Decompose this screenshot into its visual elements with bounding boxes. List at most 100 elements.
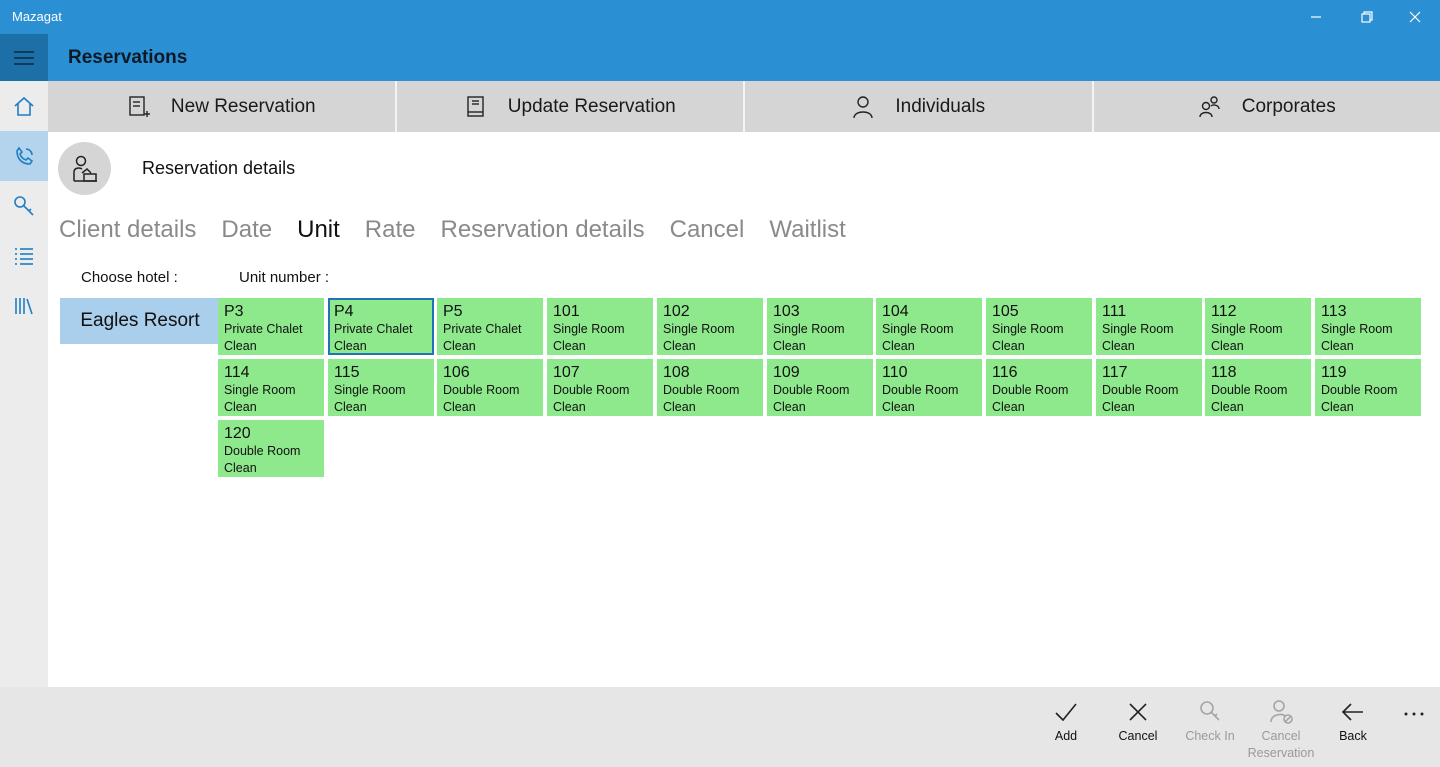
- unit-type: Double Room: [773, 383, 850, 397]
- unit-type: Double Room: [992, 383, 1069, 397]
- unit-card[interactable]: 113 Single Room Clean: [1315, 298, 1421, 355]
- library-icon: [15, 298, 33, 315]
- step-waitlist[interactable]: Waitlist: [769, 216, 845, 244]
- unit-card[interactable]: 105 Single Room Clean: [986, 298, 1092, 355]
- unit-status: Clean: [773, 400, 806, 414]
- unit-card[interactable]: 103 Single Room Clean: [767, 298, 873, 355]
- unit-type: Single Room: [882, 322, 954, 336]
- command-bar: Add Cancel Check In Cancel Reservation B…: [0, 687, 1440, 767]
- add-button[interactable]: Add: [1031, 699, 1101, 745]
- unit-status: Clean: [553, 400, 586, 414]
- unit-card[interactable]: 112 Single Room Clean: [1205, 298, 1311, 355]
- back-label: Back: [1339, 729, 1367, 743]
- corporates-button[interactable]: Corporates: [1094, 81, 1440, 132]
- restore-button[interactable]: [1344, 0, 1390, 34]
- restore-icon: [1361, 11, 1373, 23]
- unit-card[interactable]: 118 Double Room Clean: [1205, 359, 1311, 416]
- step-navigation: Client details Date Unit Rate Reservatio…: [59, 216, 846, 244]
- step-unit[interactable]: Unit: [297, 216, 340, 244]
- add-label: Add: [1054, 729, 1078, 743]
- unit-card[interactable]: 102 Single Room Clean: [657, 298, 763, 355]
- unit-status: Clean: [992, 400, 1025, 414]
- unit-number: 119: [1321, 364, 1347, 381]
- sidebar-item-home[interactable]: [0, 81, 48, 131]
- more-icon: [1404, 712, 1424, 716]
- unit-number-label: Unit number :: [239, 269, 330, 286]
- cancel-reservation-button[interactable]: Cancel Reservation: [1246, 699, 1316, 762]
- unit-card[interactable]: 120 Double Room Clean: [218, 420, 324, 477]
- update-reservation-button[interactable]: Update Reservation: [397, 81, 745, 132]
- header-bar: Reservations: [0, 34, 1440, 81]
- unit-number: 112: [1211, 303, 1237, 320]
- unit-status: Clean: [1211, 400, 1244, 414]
- unit-card[interactable]: 115 Single Room Clean: [328, 359, 434, 416]
- list-icon: [15, 248, 33, 265]
- more-options-button[interactable]: [1400, 700, 1428, 728]
- step-reservation-details[interactable]: Reservation details: [441, 216, 645, 244]
- sidebar-item-keys[interactable]: [0, 181, 48, 231]
- step-cancel[interactable]: Cancel: [670, 216, 745, 244]
- unit-status: Clean: [334, 400, 367, 414]
- corporates-label: Corporates: [1241, 95, 1336, 117]
- unit-card[interactable]: 101 Single Room Clean: [547, 298, 653, 355]
- unit-type: Double Room: [1102, 383, 1179, 397]
- unit-card[interactable]: P4 Private Chalet Clean: [328, 298, 434, 355]
- unit-card[interactable]: 109 Double Room Clean: [767, 359, 873, 416]
- back-button[interactable]: Back: [1318, 699, 1388, 745]
- hotel-item-eagles-resort[interactable]: Eagles Resort: [60, 298, 220, 344]
- close-window-button[interactable]: [1392, 0, 1438, 34]
- receptionist-icon: [58, 142, 111, 195]
- sidebar-item-list[interactable]: [0, 231, 48, 281]
- choose-hotel-label: Choose hotel :: [81, 269, 178, 286]
- person-cancel-icon: [1270, 700, 1293, 724]
- step-rate[interactable]: Rate: [365, 216, 416, 244]
- unit-card[interactable]: 110 Double Room Clean: [876, 359, 982, 416]
- sidebar-item-reservations[interactable]: [0, 131, 48, 181]
- unit-type: Single Room: [663, 322, 735, 336]
- unit-type: Double Room: [882, 383, 959, 397]
- step-date[interactable]: Date: [221, 216, 272, 244]
- unit-type: Single Room: [992, 322, 1064, 336]
- unit-status: Clean: [882, 339, 915, 353]
- section-title: Reservation details: [142, 158, 296, 178]
- unit-card[interactable]: P5 Private Chalet Clean: [437, 298, 543, 355]
- step-client-details[interactable]: Client details: [59, 216, 196, 244]
- unit-card[interactable]: 106 Double Room Clean: [437, 359, 543, 416]
- unit-type: Double Room: [443, 383, 520, 397]
- unit-card[interactable]: 117 Double Room Clean: [1096, 359, 1202, 416]
- individuals-label: Individuals: [895, 95, 986, 117]
- unit-type: Single Room: [1211, 322, 1283, 336]
- unit-number: 104: [882, 303, 909, 320]
- unit-status: Clean: [663, 339, 696, 353]
- unit-number: 106: [443, 364, 470, 381]
- unit-card[interactable]: 119 Double Room Clean: [1315, 359, 1421, 416]
- unit-type: Single Room: [1102, 322, 1174, 336]
- unit-number: 116: [992, 364, 1018, 381]
- check-in-button[interactable]: Check In: [1175, 699, 1245, 745]
- unit-card[interactable]: 107 Double Room Clean: [547, 359, 653, 416]
- minimize-button[interactable]: [1293, 0, 1339, 34]
- key-icon: [14, 196, 34, 216]
- cancel-button[interactable]: Cancel: [1103, 699, 1173, 745]
- unit-card[interactable]: P3 Private Chalet Clean: [218, 298, 324, 355]
- unit-card[interactable]: 114 Single Room Clean: [218, 359, 324, 416]
- unit-type: Private Chalet: [443, 322, 522, 336]
- new-reservation-button[interactable]: New Reservation: [48, 81, 397, 132]
- individuals-button[interactable]: Individuals: [745, 81, 1094, 132]
- unit-status: Clean: [663, 400, 696, 414]
- unit-type: Single Room: [224, 383, 296, 397]
- unit-type: Single Room: [553, 322, 625, 336]
- unit-status: Clean: [773, 339, 806, 353]
- unit-card[interactable]: 104 Single Room Clean: [876, 298, 982, 355]
- top-navigation: New Reservation Update Reservation Indiv…: [48, 81, 1440, 132]
- unit-card[interactable]: 111 Single Room Clean: [1096, 298, 1202, 355]
- unit-type: Double Room: [224, 444, 301, 458]
- hamburger-menu-button[interactable]: [0, 34, 48, 81]
- unit-card[interactable]: 108 Double Room Clean: [657, 359, 763, 416]
- book-icon: [467, 95, 484, 117]
- unit-number: 101: [553, 303, 580, 320]
- unit-number: 105: [992, 303, 1019, 320]
- sidebar-item-library[interactable]: [0, 281, 48, 331]
- back-arrow-icon: [1341, 703, 1363, 721]
- unit-card[interactable]: 116 Double Room Clean: [986, 359, 1092, 416]
